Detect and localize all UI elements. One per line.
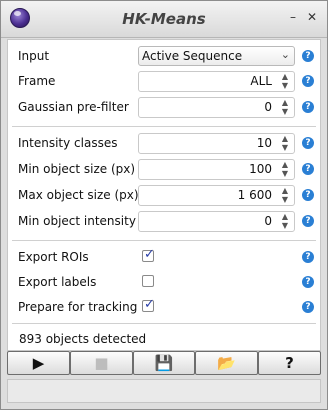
min-size-value: 100 (249, 162, 272, 176)
input-select[interactable]: Active Sequence ⌄ (138, 46, 295, 66)
folder-open-icon: 📂 (217, 354, 236, 372)
open-button[interactable]: 📂 (195, 351, 258, 375)
stop-icon: ■ (94, 354, 109, 372)
help-icon[interactable]: ? (302, 101, 314, 113)
row-export-labels: Export labels ? (8, 271, 320, 295)
prepare-tracking-checkbox[interactable]: ✓ (142, 297, 155, 312)
spin-down-icon[interactable]: ▼ (279, 221, 291, 230)
row-export-rois: Export ROIs ✓ ? (8, 246, 320, 270)
help-icon[interactable]: ? (302, 189, 314, 201)
export-rois-checkbox[interactable]: ✓ (142, 247, 155, 262)
min-intensity-spinner[interactable]: 0 ▲ ▼ (138, 211, 295, 232)
help-icon[interactable]: ? (302, 215, 314, 227)
intensity-classes-value: 10 (256, 136, 272, 150)
checkmark-icon: ✓ (144, 247, 155, 262)
spin-up-icon[interactable]: ▲ (279, 98, 291, 107)
min-intensity-label: Min object intensity (18, 214, 136, 228)
spin-down-icon[interactable]: ▼ (279, 143, 291, 152)
spin-buttons: ▲ ▼ (279, 72, 291, 91)
run-button[interactable]: ▶ (7, 351, 70, 375)
spin-down-icon[interactable]: ▼ (279, 81, 291, 90)
spin-up-icon[interactable]: ▲ (279, 134, 291, 143)
min-size-label: Min object size (px) (18, 162, 136, 176)
spin-buttons: ▲ ▼ (279, 98, 291, 117)
close-button[interactable]: ✕ (306, 11, 318, 23)
title-bar[interactable]: HK-Means – ✕ (1, 1, 327, 38)
help-button[interactable]: ? (258, 351, 321, 375)
play-icon: ▶ (32, 354, 45, 372)
help-icon[interactable]: ? (302, 137, 314, 149)
intensity-classes-label: Intensity classes (18, 136, 118, 150)
toolbar: ▶ ■ 💾 📂 ? (7, 351, 321, 375)
divider (12, 323, 316, 324)
max-size-value: 1 600 (237, 188, 272, 202)
spin-buttons: ▲ ▼ (279, 212, 291, 231)
question-icon: ? (285, 354, 294, 372)
help-icon[interactable]: ? (302, 163, 314, 175)
divider (12, 126, 316, 127)
chevron-down-icon: ⌄ (280, 48, 290, 61)
help-icon[interactable]: ? (302, 50, 314, 62)
help-icon[interactable]: ? (302, 301, 314, 313)
plugin-window: HK-Means – ✕ Input Active Sequence ⌄ ? F… (0, 0, 328, 410)
parameters-panel: Input Active Sequence ⌄ ? Frame ALL ▲ ▼ … (7, 39, 321, 351)
spin-buttons: ▲ ▼ (279, 160, 291, 179)
stop-button[interactable]: ■ (70, 351, 133, 375)
spin-up-icon[interactable]: ▲ (279, 160, 291, 169)
min-size-spinner[interactable]: 100 ▲ ▼ (138, 159, 295, 180)
export-labels-label: Export labels (18, 275, 97, 289)
spin-up-icon[interactable]: ▲ (279, 212, 291, 221)
row-input: Input Active Sequence ⌄ ? (8, 45, 320, 69)
save-icon: 💾 (154, 354, 174, 372)
progress-strip (7, 379, 321, 403)
spin-up-icon[interactable]: ▲ (279, 186, 291, 195)
spin-down-icon[interactable]: ▼ (279, 107, 291, 116)
intensity-classes-spinner[interactable]: 10 ▲ ▼ (138, 133, 295, 154)
spin-up-icon[interactable]: ▲ (279, 72, 291, 81)
spin-buttons: ▲ ▼ (279, 134, 291, 153)
spin-down-icon[interactable]: ▼ (279, 195, 291, 204)
gaussian-value: 0 (264, 100, 272, 114)
frame-label: Frame (18, 74, 56, 88)
gaussian-spinner[interactable]: 0 ▲ ▼ (138, 97, 295, 118)
row-intensity-classes: Intensity classes 10 ▲ ▼ ? (8, 132, 320, 156)
row-min-object-size: Min object size (px) 100 ▲ ▼ ? (8, 158, 320, 182)
max-size-spinner[interactable]: 1 600 ▲ ▼ (138, 185, 295, 206)
help-icon[interactable]: ? (302, 75, 314, 87)
divider (12, 240, 316, 241)
status-text: 893 objects detected (19, 332, 147, 346)
help-icon[interactable]: ? (302, 276, 314, 288)
row-min-object-intensity: Min object intensity 0 ▲ ▼ ? (8, 210, 320, 234)
row-gaussian-prefilter: Gaussian pre-filter 0 ▲ ▼ ? (8, 96, 320, 120)
input-label: Input (18, 49, 50, 63)
row-prepare-tracking: Prepare for tracking ✓ ? (8, 296, 320, 320)
min-intensity-value: 0 (264, 214, 272, 228)
spin-buttons: ▲ ▼ (279, 186, 291, 205)
export-rois-label: Export ROIs (18, 250, 89, 264)
export-labels-checkbox[interactable] (142, 275, 154, 287)
prepare-tracking-label: Prepare for tracking (18, 300, 138, 314)
row-max-object-size: Max object size (px) 1 600 ▲ ▼ ? (8, 184, 320, 208)
frame-value: ALL (250, 74, 272, 88)
row-frame: Frame ALL ▲ ▼ ? (8, 70, 320, 94)
spin-down-icon[interactable]: ▼ (279, 169, 291, 178)
frame-spinner[interactable]: ALL ▲ ▼ (138, 71, 295, 92)
help-icon[interactable]: ? (302, 251, 314, 263)
input-select-value: Active Sequence (142, 49, 243, 63)
window-title: HK-Means (122, 10, 206, 28)
save-button[interactable]: 💾 (133, 351, 195, 375)
max-size-label: Max object size (px) (18, 188, 139, 202)
checkmark-icon: ✓ (144, 297, 155, 312)
gaussian-label: Gaussian pre-filter (18, 100, 129, 114)
minimize-button[interactable]: – (287, 11, 299, 23)
